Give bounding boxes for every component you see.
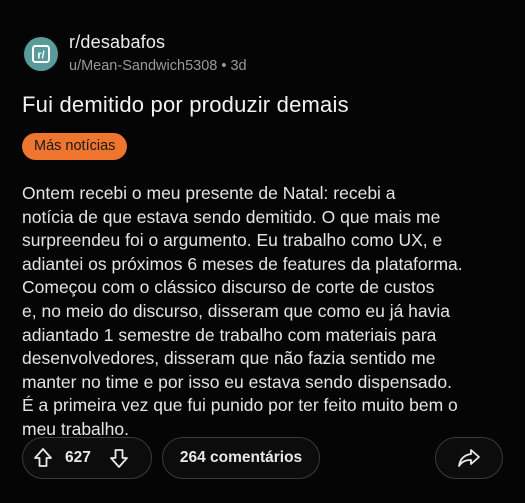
avatar-letter: r/ bbox=[37, 49, 44, 61]
comments-button[interactable]: 264 comentários bbox=[162, 437, 320, 479]
body-line: adiantei os próximos 6 meses de features… bbox=[22, 253, 463, 274]
separator-dot: • bbox=[221, 58, 227, 74]
subreddit-name[interactable]: r/desabafos bbox=[69, 32, 247, 52]
byline: u/Mean-Sandwich5308 • 3d bbox=[69, 57, 247, 75]
share-icon bbox=[458, 449, 480, 467]
body-line: notícia de que estava sendo demitido. O … bbox=[22, 206, 441, 227]
post-title[interactable]: Fui demitido por produzir demais bbox=[22, 92, 349, 118]
body-line: desenvolvedores, disseram que não fazia … bbox=[22, 348, 436, 369]
body-line: manter no time e por isso eu estava send… bbox=[22, 371, 452, 392]
subreddit-avatar[interactable]: r/ bbox=[24, 36, 58, 71]
action-bar: 627 264 comentários bbox=[22, 437, 503, 481]
arrow-up-icon bbox=[34, 448, 52, 467]
arrow-down-icon bbox=[109, 449, 128, 468]
vote-control: 627 bbox=[22, 437, 152, 479]
body-line: Ontem recebi o meu presente de Natal: re… bbox=[22, 183, 396, 203]
body-line: surpreendeu foi o argumento. Eu trabalho… bbox=[22, 230, 443, 251]
upvote-button[interactable] bbox=[23, 437, 63, 479]
body-line: Começou com o clássico discurso de corte… bbox=[22, 277, 435, 298]
post-flair[interactable]: Más notícias bbox=[22, 133, 128, 160]
share-button[interactable] bbox=[435, 437, 503, 479]
subreddit-logo-icon: r/ bbox=[32, 44, 50, 63]
post-meta: r/desabafos u/Mean-Sandwich5308 • 3d bbox=[69, 32, 247, 75]
post-body: Ontem recebi o meu presente de Natal: re… bbox=[22, 182, 507, 442]
body-line: e, no meio do discurso, disseram que com… bbox=[22, 300, 451, 321]
body-line: É a primeira vez que fui punido por ter … bbox=[22, 395, 458, 416]
post-card: r/ r/desabafos u/Mean-Sandwich5308 • 3d … bbox=[0, 0, 525, 503]
body-line: adiantado 1 semestre de trabalho com mat… bbox=[22, 324, 437, 345]
comments-count: 264 comentários bbox=[179, 449, 303, 466]
downvote-button[interactable] bbox=[99, 437, 139, 479]
post-header: r/ r/desabafos u/Mean-Sandwich5308 • 3d bbox=[24, 32, 247, 75]
post-age: 3d bbox=[230, 58, 247, 74]
author-name[interactable]: u/Mean-Sandwich5308 bbox=[69, 58, 217, 74]
vote-score: 627 bbox=[65, 449, 91, 466]
